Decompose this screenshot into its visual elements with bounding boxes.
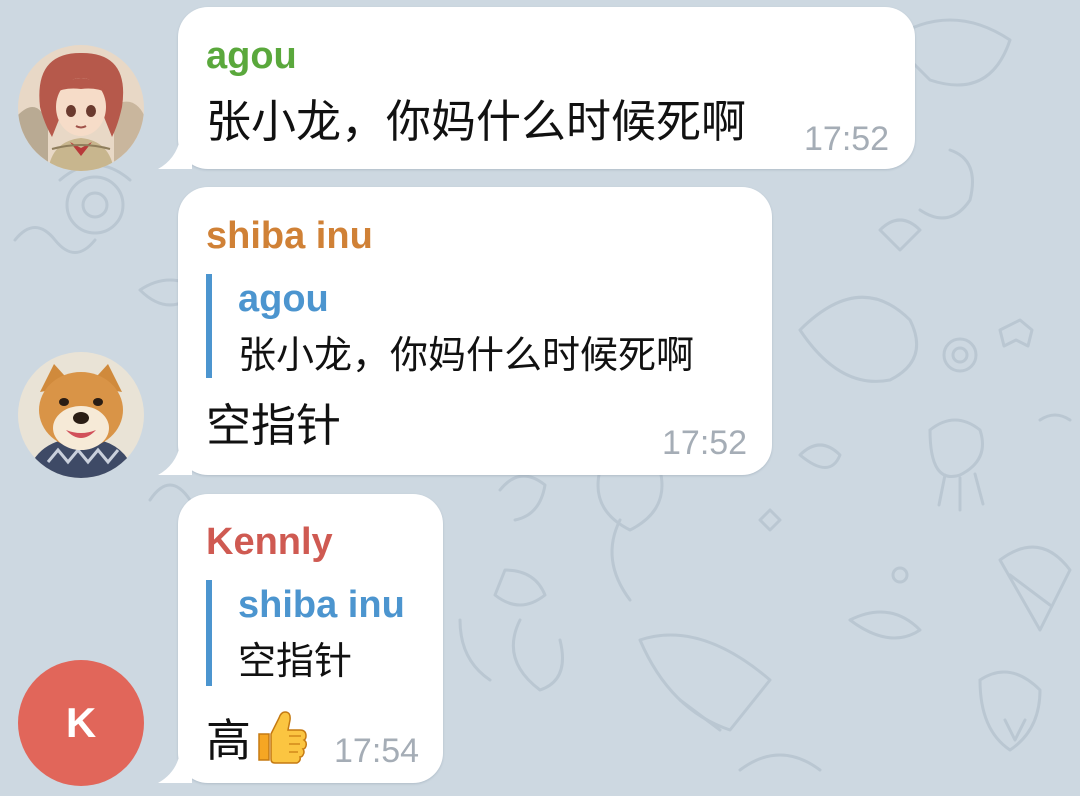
avatar[interactable]	[18, 352, 144, 478]
bubble-tail	[158, 445, 192, 475]
message-bubble[interactable]: agou 张小龙，你妈什么时候死啊 17:52	[158, 7, 915, 169]
avatar[interactable]	[18, 45, 144, 171]
message-bubble[interactable]: shiba inu agou 张小龙，你妈什么时候死啊 空指针 17:52	[158, 187, 772, 475]
sender-name[interactable]: Kennly	[206, 523, 333, 561]
reply-sender-name: shiba inu	[238, 584, 405, 626]
message-text: 空指针	[206, 399, 342, 452]
sender-name[interactable]: shiba inu	[206, 217, 373, 255]
message-text-row: 高	[206, 708, 309, 764]
bubble-tail	[158, 139, 192, 169]
message-time: 17:52	[662, 424, 748, 462]
reply-text: 张小龙，你妈什么时候死啊	[238, 333, 695, 377]
reply-sender-name: agou	[238, 278, 329, 320]
anime-girl-avatar	[18, 45, 144, 171]
reply-quote[interactable]: shiba inu 空指针	[206, 580, 442, 686]
shiba-dog-avatar	[18, 352, 144, 478]
message-text: 高	[206, 714, 252, 767]
reply-quote[interactable]: agou 张小龙，你妈什么时候死啊	[206, 274, 752, 378]
bubble-tail	[158, 753, 192, 783]
avatar[interactable]: K	[18, 660, 144, 786]
message-text: 张小龙，你妈什么时候死啊	[206, 95, 747, 148]
sender-name[interactable]: agou	[206, 37, 297, 75]
message-time: 17:54	[334, 732, 420, 770]
message-time: 17:52	[804, 120, 890, 158]
message-bubble[interactable]: Kennly shiba inu 空指针 高 17:54	[158, 494, 443, 783]
chat-area[interactable]: agou 张小龙，你妈什么时候死啊 17:52 shiba inu agou 张…	[0, 0, 1080, 796]
avatar-letter: K	[65, 699, 97, 746]
thumbs-up-icon	[258, 711, 308, 764]
reply-text: 空指针	[238, 639, 353, 683]
